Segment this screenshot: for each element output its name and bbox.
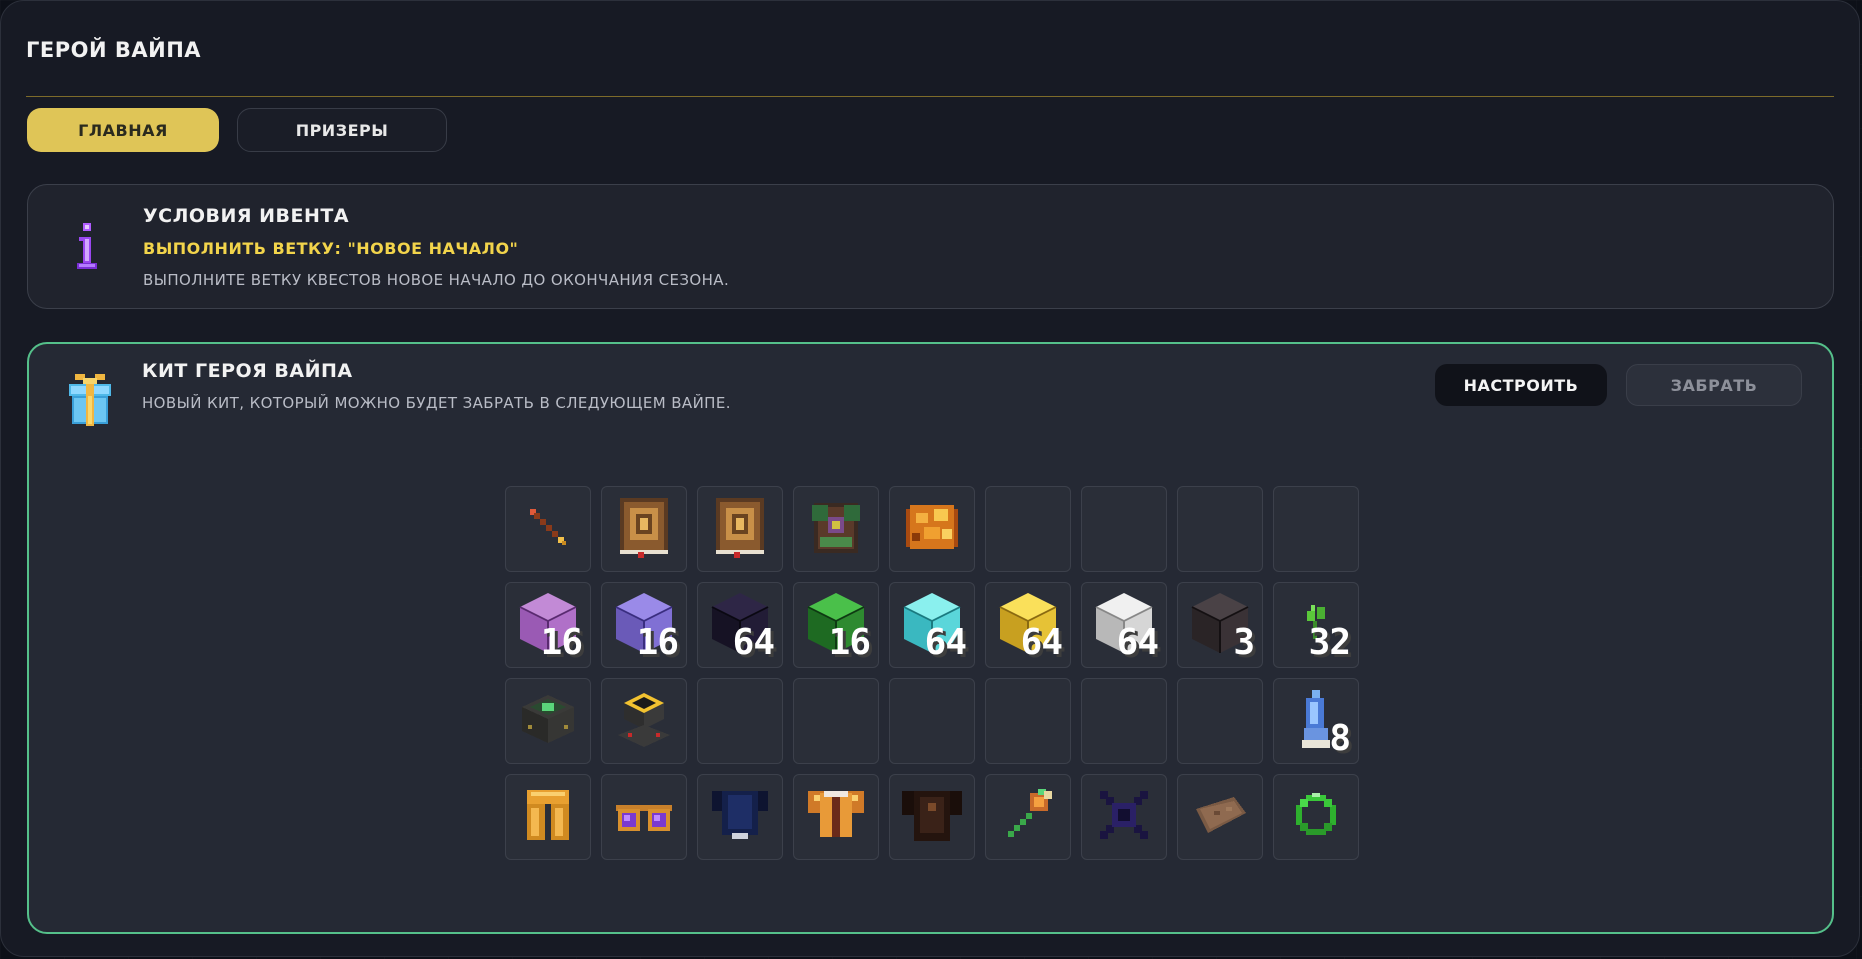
golden-leggings-icon	[521, 786, 575, 848]
kit-slot[interactable]	[505, 774, 591, 860]
event-conditions-card: Условия ивента Выполнить ветку: "Новое н…	[27, 184, 1834, 309]
configure-button[interactable]: Настроить	[1435, 364, 1607, 406]
item-count: 3	[1233, 622, 1255, 663]
kit-slot[interactable]	[697, 486, 783, 572]
kit-slot[interactable]	[985, 678, 1071, 764]
kit-slot[interactable]: 16	[505, 582, 591, 668]
conditions-task: Выполнить ветку: "Новое начало"	[143, 239, 519, 258]
kit-slot[interactable]	[985, 486, 1071, 572]
item-count: 32	[1308, 622, 1351, 663]
kit-slot[interactable]	[1273, 774, 1359, 860]
kit-slot[interactable]	[601, 678, 687, 764]
kit-title: Кит героя вайпа	[142, 360, 353, 382]
kit-slot[interactable]	[793, 486, 879, 572]
kit-slot[interactable]	[505, 486, 591, 572]
gift-icon	[67, 374, 113, 430]
title-divider	[26, 96, 1834, 97]
tab-winners[interactable]: Призеры	[237, 108, 447, 152]
kit-slot[interactable]: 3	[1177, 582, 1263, 668]
kit-slot[interactable]	[985, 774, 1071, 860]
leather-hide-icon	[1190, 793, 1250, 841]
black-chestplate-icon	[900, 785, 964, 849]
axe-icon	[1000, 787, 1056, 847]
kit-description: Новый кит, который можно будет забрать в…	[142, 394, 731, 412]
item-count: 16	[540, 622, 583, 663]
spellbook-icon	[616, 496, 672, 562]
kit-slot[interactable]	[793, 678, 879, 764]
take-button[interactable]: Забрать	[1626, 364, 1802, 406]
kit-slot[interactable]: 64	[1081, 582, 1167, 668]
kit-slot[interactable]	[1177, 486, 1263, 572]
conditions-description: Выполните ветку квестов Новое начало до …	[143, 271, 730, 289]
kit-slot[interactable]	[793, 774, 879, 860]
kit-slot[interactable]: 64	[985, 582, 1071, 668]
item-count: 64	[732, 622, 775, 663]
info-icon	[76, 223, 98, 275]
dark-chestplate-icon	[710, 787, 770, 847]
item-count: 64	[1020, 622, 1063, 663]
goggles-icon	[614, 795, 674, 839]
kit-slot[interactable]: 16	[601, 582, 687, 668]
kit-item-grid: 16 16 64 16 64 64 64 3 32 8	[505, 486, 1359, 860]
kit-slot[interactable]	[1081, 678, 1167, 764]
kit-slot[interactable]	[889, 678, 975, 764]
item-count: 64	[924, 622, 967, 663]
event-window: Герой вайпа Главная Призеры Условия ивен…	[0, 0, 1860, 957]
backpack-icon	[806, 497, 866, 561]
kit-slot[interactable]	[1081, 486, 1167, 572]
kit-slot[interactable]: 16	[793, 582, 879, 668]
void-star-icon	[1096, 787, 1152, 847]
kit-slot[interactable]	[1273, 486, 1359, 572]
tab-main[interactable]: Главная	[27, 108, 219, 152]
kit-slot[interactable]: 8	[1273, 678, 1359, 764]
kit-slot[interactable]	[1177, 774, 1263, 860]
item-count: 16	[636, 622, 679, 663]
golden-chestplate-icon	[806, 787, 866, 847]
kit-slot[interactable]	[601, 486, 687, 572]
kit-slot[interactable]	[1081, 774, 1167, 860]
kit-slot[interactable]	[1177, 678, 1263, 764]
conditions-title: Условия ивента	[143, 205, 350, 227]
spellbook-icon	[712, 496, 768, 562]
staff-icon	[524, 503, 572, 555]
item-count: 16	[828, 622, 871, 663]
altar-icon	[518, 691, 578, 751]
item-count: 8	[1329, 718, 1351, 759]
hero-kit-card: Кит героя вайпа Новый кит, который можно…	[27, 342, 1834, 934]
window-title: Герой вайпа	[26, 38, 202, 62]
kit-slot[interactable]: 64	[889, 582, 975, 668]
kit-slot[interactable]	[505, 678, 591, 764]
item-count: 64	[1116, 622, 1159, 663]
kit-slot[interactable]	[697, 678, 783, 764]
emerald-ring-icon	[1292, 791, 1340, 843]
kit-slot[interactable]: 32	[1273, 582, 1359, 668]
kit-slot[interactable]	[889, 486, 975, 572]
kit-slot[interactable]	[889, 774, 975, 860]
kit-slot[interactable]	[697, 774, 783, 860]
kit-slot[interactable]: 64	[697, 582, 783, 668]
kit-slot[interactable]	[601, 774, 687, 860]
amber-ore-icon	[902, 499, 962, 559]
tab-bar: Главная Призеры	[27, 108, 447, 152]
pedestal-icon	[614, 689, 674, 753]
